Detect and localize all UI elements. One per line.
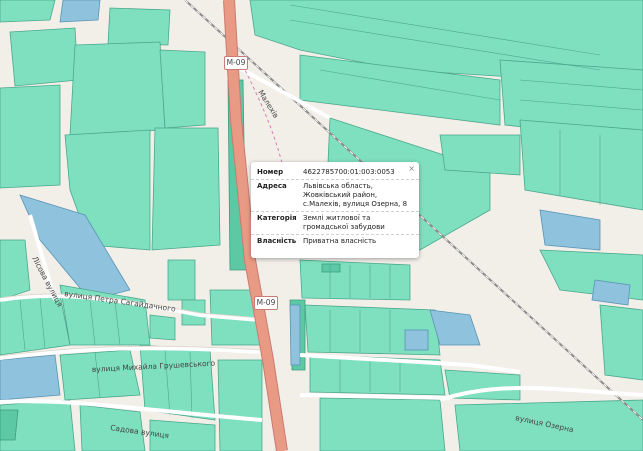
parcel[interactable] [149, 314, 176, 341]
parcel[interactable] [0, 84, 61, 189]
parcel[interactable] [321, 263, 341, 273]
highway-shield-m09-south: M-09 [254, 296, 278, 310]
parcel[interactable] [59, 0, 101, 23]
parcel[interactable] [167, 259, 196, 301]
parcel-info-value: 4622785700:01:003:0053 [303, 168, 395, 176]
parcel[interactable] [289, 304, 301, 366]
parcel[interactable] [404, 329, 429, 351]
parcel[interactable] [217, 359, 263, 451]
parcel-info-popup: × Номер 4622785700:01:003:0053 Адреса Ль… [251, 162, 419, 258]
parcel[interactable] [9, 27, 79, 87]
parcel[interactable] [0, 409, 19, 441]
parcel-info-value: Львівська область, Жовківський район, с.… [303, 182, 408, 208]
parcel-info-key: Категорія [257, 214, 297, 222]
parcel[interactable] [59, 349, 141, 401]
cadastral-map[interactable]: Лісова вулиця вулиця Петра Сагайдачного … [0, 0, 643, 451]
parcel[interactable] [299, 259, 411, 301]
highway-shield-m09-north: M-09 [224, 56, 248, 70]
parcel-info-row-number: Номер 4622785700:01:003:0053 [251, 166, 419, 180]
parcel-info-key: Адреса [257, 182, 287, 190]
parcel-info-value: Землі житлової та громадської забудови [303, 214, 385, 231]
parcel[interactable] [107, 7, 171, 46]
parcel[interactable] [0, 239, 31, 301]
parcel[interactable] [0, 0, 56, 23]
parcel-info-key: Номер [257, 168, 284, 176]
parcel[interactable] [439, 134, 521, 176]
parcel[interactable] [0, 354, 61, 401]
parcel[interactable] [69, 41, 166, 136]
parcel-info-key: Власність [257, 237, 297, 245]
parcel-info-row-category: Категорія Землі житлової та громадської … [251, 212, 419, 235]
parcel-info-table: Номер 4622785700:01:003:0053 Адреса Льві… [251, 166, 419, 248]
parcel[interactable] [599, 304, 643, 381]
parcel-info-row-address: Адреса Львівська область, Жовківський ра… [251, 180, 419, 212]
parcel[interactable] [319, 397, 446, 451]
parcel[interactable] [151, 127, 221, 251]
parcel-info-value: Приватна власність [303, 237, 377, 245]
parcel[interactable] [159, 49, 206, 129]
parcel-info-row-ownership: Власність Приватна власність [251, 235, 419, 248]
